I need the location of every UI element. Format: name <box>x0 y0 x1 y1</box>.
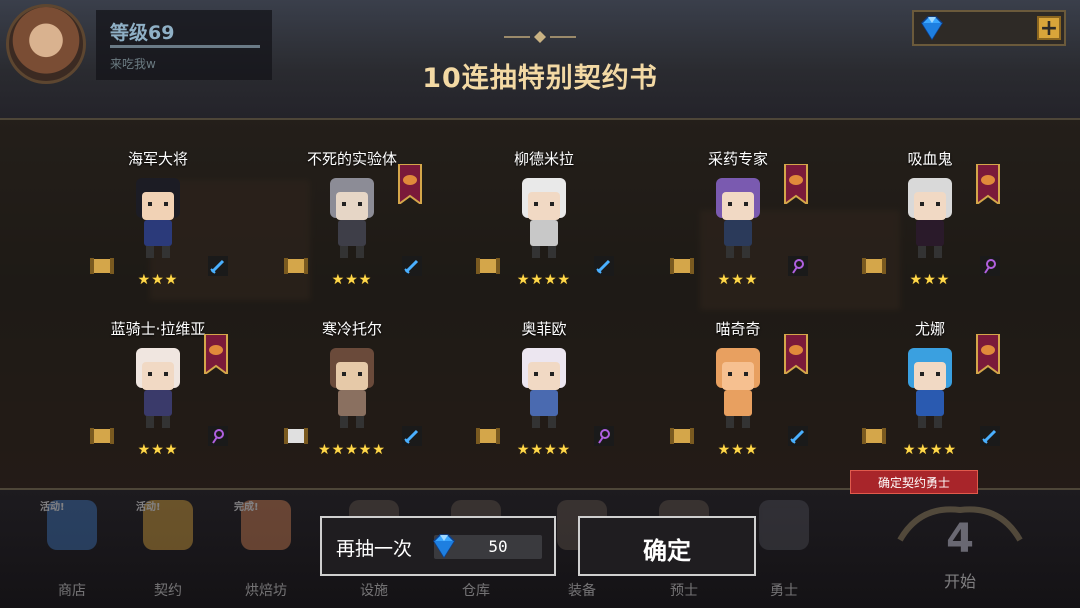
redraw-button[interactable]: 再抽一次 50 <box>320 516 556 576</box>
character-sprite <box>522 348 566 428</box>
nav-label: 仓库 <box>462 583 490 599</box>
character-sprite <box>716 178 760 258</box>
add-gems-button[interactable]: + <box>1037 16 1061 40</box>
star-rating: ★★★ <box>331 272 373 288</box>
nav-label: 设施 <box>360 583 388 599</box>
nav-heroes[interactable]: 勇士 <box>744 500 824 600</box>
character-sprite <box>522 178 566 258</box>
star-rating: ★★★★ <box>516 272 572 288</box>
star-rating: ★★★ <box>717 442 759 458</box>
nav-badge: 活动! <box>40 502 65 513</box>
crest-icon: 4 <box>897 506 1023 562</box>
character-sprite <box>330 348 374 428</box>
character-sprite <box>908 178 952 258</box>
nav-label: 商店 <box>58 583 86 599</box>
confirm-label: 确定 <box>643 537 691 565</box>
nav-contract[interactable]: 活动! 契约 <box>128 500 208 600</box>
svg-text:4: 4 <box>946 516 974 562</box>
character-card[interactable]: 吸血鬼 ★★★ <box>860 148 1030 308</box>
title-ornament-icon <box>504 31 576 43</box>
character-sprite <box>136 178 180 258</box>
character-card[interactable]: 采药专家 ★★★ <box>668 148 838 308</box>
redraw-label: 再抽一次 <box>336 538 413 560</box>
character-sprite <box>330 178 374 258</box>
character-sprite <box>716 348 760 428</box>
nav-shop[interactable]: 活动! 商店 <box>32 500 112 600</box>
page-title: 10连抽特别契约书 <box>422 63 658 94</box>
confirm-button[interactable]: 确定 <box>578 516 756 576</box>
character-name: 海军大将 <box>127 150 188 168</box>
bread-banner-icon <box>784 164 808 204</box>
exp-bar <box>110 45 260 48</box>
helmet-icon <box>759 500 809 550</box>
character-card[interactable]: 喵奇奇 ★★★ <box>668 318 838 478</box>
character-card[interactable]: 海军大将 ★★★ <box>88 148 258 308</box>
star-rating: ★★★★ <box>516 442 572 458</box>
redraw-cost: 50 <box>488 537 508 556</box>
nav-label: 契约 <box>154 583 182 599</box>
star-rating: ★★★ <box>717 272 759 288</box>
character-card[interactable]: 蓝骑士·拉维亚 ★★★ <box>88 318 258 478</box>
nav-bakery[interactable]: 完成! 烘焙坊 <box>226 500 306 600</box>
nav-label: 装备 <box>568 583 596 599</box>
bread-banner-icon <box>784 334 808 374</box>
star-rating: ★★★★★ <box>318 442 386 458</box>
character-card[interactable]: 尤娜 ★★★★ <box>860 318 1030 478</box>
diamond-icon <box>921 16 943 41</box>
character-card[interactable]: 柳德米拉 ★★★★ <box>474 148 644 308</box>
nav-badge: 活动! <box>136 502 161 513</box>
star-rating: ★★★ <box>137 442 179 458</box>
gem-count: 0 <box>954 18 1046 37</box>
bread-banner-icon <box>976 334 1000 374</box>
character-card[interactable]: 不死的实验体 ★★★ <box>282 148 452 308</box>
star-rating: ★★★ <box>909 272 951 288</box>
character-name: 柳德米拉 <box>513 150 574 168</box>
diamond-icon <box>433 534 455 559</box>
character-card[interactable]: 寒冷托尔 ★★★★★ <box>282 318 452 478</box>
start-button[interactable]: 4 开始 <box>880 500 1040 608</box>
bread-banner-icon <box>976 164 1000 204</box>
nav-badge: 完成! <box>234 502 259 513</box>
nav-label: 烘焙坊 <box>245 583 287 599</box>
star-rating: ★★★★ <box>902 442 958 458</box>
character-name: 奥菲欧 <box>521 320 567 338</box>
character-sprite <box>136 348 180 428</box>
bread-banner-icon <box>204 334 228 374</box>
star-rating: ★★★ <box>137 272 179 288</box>
start-label: 开始 <box>943 572 976 591</box>
nav-label: 勇士 <box>770 583 798 599</box>
nav-label: 预士 <box>670 583 698 599</box>
gem-counter: 0 + <box>912 10 1066 46</box>
character-name: 寒冷托尔 <box>321 320 382 338</box>
character-sprite <box>908 348 952 428</box>
character-card[interactable]: 奥菲欧 ★★★★ <box>474 318 644 478</box>
player-level: 等级69 <box>110 22 175 44</box>
bread-banner-icon <box>398 164 422 204</box>
